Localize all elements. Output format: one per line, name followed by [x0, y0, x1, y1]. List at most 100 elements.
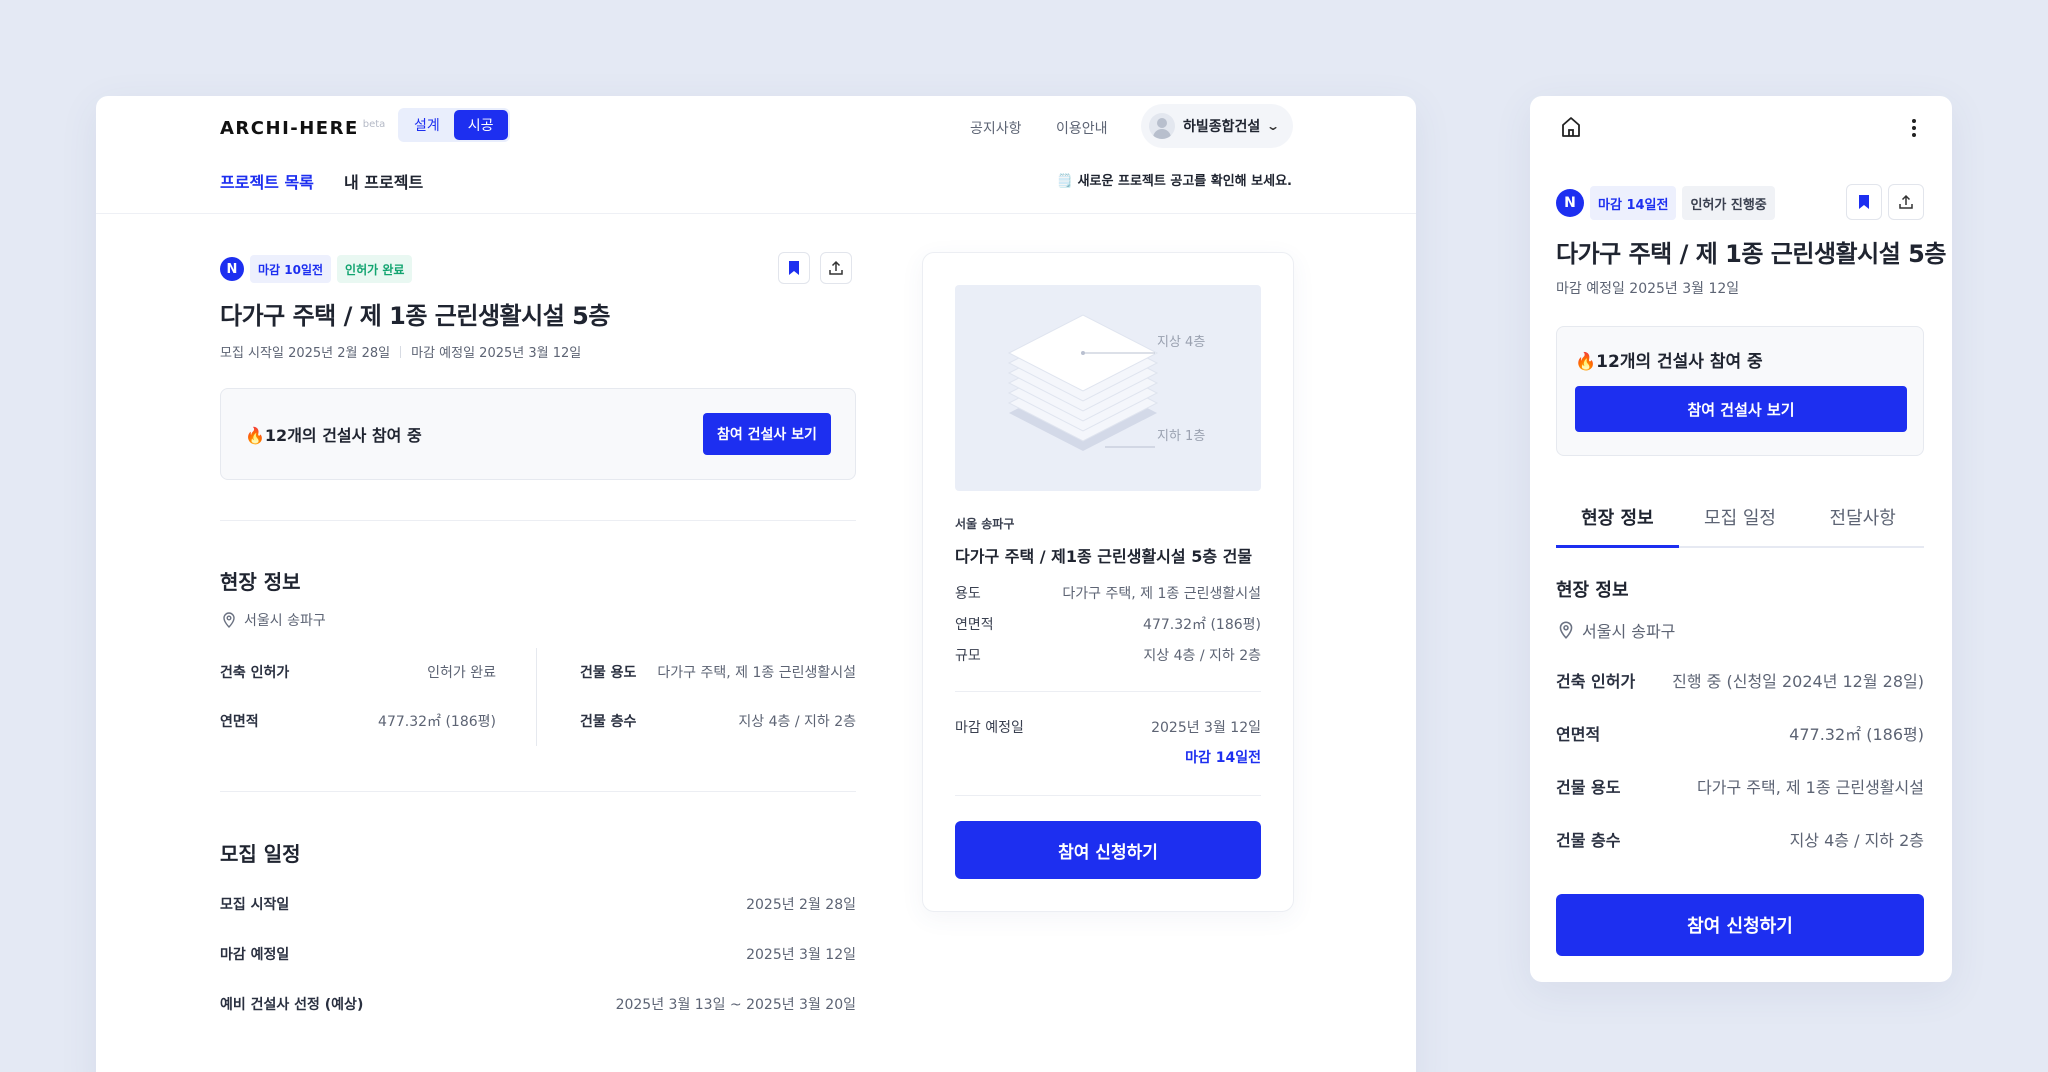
- company-menu[interactable]: 하빌종합건설 ⌄: [1141, 104, 1293, 148]
- summary-row: 연면적 477.32㎡ (186평): [955, 612, 1261, 636]
- schedule-value: 2025년 3월 13일 ~ 2025년 3월 20일: [615, 997, 856, 1013]
- permit-status-chip: 인허가 진행중: [1682, 186, 1775, 220]
- site-location-text: 서울시 송파구: [244, 613, 326, 629]
- desktop-view: ARCHI-HERE beta 설계 시공 공지사항 이용안내 하빌종합건설 ⌄…: [96, 96, 1416, 1072]
- meta-divider: [400, 345, 402, 358]
- info-value: 477.32㎡ (186평): [1789, 725, 1924, 744]
- divider: [955, 795, 1261, 796]
- more-menu-button[interactable]: [1904, 114, 1924, 142]
- more-dot-icon: [1912, 126, 1916, 130]
- divider: [220, 791, 856, 792]
- site-info-left: 건축 인허가 인허가 완료 연면적 477.32㎡ (186평): [220, 656, 496, 737]
- schedule-list: 모집 시작일 2025년 2월 28일 마감 예정일 2025년 3월 12일 …: [220, 888, 856, 1020]
- schedule-label: 마감 예정일: [220, 947, 290, 963]
- apply-button[interactable]: 참여 신청하기: [955, 821, 1261, 879]
- tab-project-list[interactable]: 프로젝트 목록: [220, 166, 314, 196]
- location-pin-icon: [1559, 621, 1573, 639]
- divider: [955, 691, 1261, 692]
- deadline-chip: 마감 10일전: [250, 255, 332, 283]
- avatar: [1149, 113, 1175, 139]
- info-label: 건물 층수: [1556, 831, 1621, 850]
- summary-label: 연면적: [955, 617, 994, 633]
- info-row: 건축 인허가 진행 중 (신청일 2024년 12월 28일): [1556, 664, 1924, 696]
- schedule-row: 마감 예정일 2025년 3월 12일: [220, 938, 856, 970]
- site-info-right: 건물 용도 다가구 주택, 제 1종 근린생활시설 건물 층수 지상 4층 / …: [580, 656, 856, 737]
- share-icon: [829, 260, 843, 275]
- info-label: 건물 용도: [1556, 778, 1621, 797]
- tab-notes[interactable]: 전달사항: [1801, 488, 1924, 546]
- schedule-row: 예비 건설사 선정 (예상) 2025년 3월 13일 ~ 2025년 3월 2…: [220, 988, 856, 1020]
- notice-banner[interactable]: 🗒️ 새로운 프로젝트 공고를 확인해 보세요.: [1057, 170, 1292, 189]
- deadline-label: 마감 예정일: [955, 720, 1024, 736]
- schedule-value: 2025년 3월 12일: [746, 947, 856, 963]
- schedule-title: 모집 일정: [220, 842, 301, 866]
- info-row: 건물 용도 다가구 주택, 제 1종 근린생활시설: [580, 656, 856, 688]
- schedule-label: 모집 시작일: [220, 897, 290, 913]
- top-navigation: ARCHI-HERE beta 설계 시공 공지사항 이용안내 하빌종합건설 ⌄…: [96, 96, 1416, 214]
- tab-schedule[interactable]: 모집 일정: [1679, 488, 1802, 546]
- schedule-label: 예비 건설사 선정 (예상): [220, 997, 364, 1013]
- summary-value: 다가구 주택, 제 1종 근린생활시설: [1062, 586, 1261, 602]
- new-badge: N: [220, 257, 244, 281]
- project-meta: 모집 시작일 2025년 2월 28일 마감 예정일 2025년 3월 12일: [220, 342, 581, 361]
- summary-title: 다가구 주택 / 제1종 근린생활시설 5층 건물: [955, 547, 1253, 566]
- bookmark-button[interactable]: [778, 252, 810, 284]
- info-value: 지상 4층 / 지하 2층: [1789, 831, 1924, 850]
- nav-guide-link[interactable]: 이용안내: [1056, 112, 1108, 144]
- building-layers-icon: [1007, 314, 1159, 451]
- info-value: 477.32㎡ (186평): [378, 714, 496, 730]
- more-dot-icon: [1912, 119, 1916, 123]
- participants-count: 🔥12개의 건설사 참여 중: [245, 426, 422, 445]
- info-label: 건축 인허가: [1556, 672, 1636, 691]
- mode-design-option[interactable]: 설계: [400, 110, 454, 140]
- nav-notice-link[interactable]: 공지사항: [970, 112, 1022, 144]
- info-row: 연면적 477.32㎡ (186평): [220, 705, 496, 737]
- info-row: 건물 층수 지상 4층 / 지하 2층: [1556, 823, 1924, 855]
- view-participants-button[interactable]: 참여 건설사 보기: [1575, 386, 1907, 432]
- home-icon: [1562, 117, 1580, 137]
- building-illustration: 지상 4층 지하 1층: [955, 285, 1261, 491]
- view-participants-button[interactable]: 참여 건설사 보기: [703, 413, 831, 455]
- share-button[interactable]: [820, 252, 852, 284]
- project-badges: N 마감 10일전 인허가 완료: [220, 255, 413, 283]
- recruit-start-meta: 모집 시작일 2025년 2월 28일: [220, 346, 391, 361]
- deadline-value: 2025년 3월 12일: [1151, 720, 1261, 736]
- deadline-meta: 마감 예정일 2025년 3월 12일: [1556, 281, 1740, 297]
- logo[interactable]: ARCHI-HERE beta: [220, 112, 385, 144]
- bookmark-button[interactable]: [1846, 184, 1882, 220]
- project-title: 다가구 주택 / 제 1종 근린생활시설 5층: [220, 302, 610, 330]
- summary-rows: 용도 다가구 주택, 제 1종 근린생활시설 연면적 477.32㎡ (186평…: [955, 581, 1261, 667]
- illustration-top-label: 지상 4층: [1157, 335, 1206, 350]
- info-value: 지상 4층 / 지하 2층: [738, 714, 856, 730]
- site-location-text: 서울시 송파구: [1582, 622, 1676, 641]
- more-dot-icon: [1912, 133, 1916, 137]
- info-value: 인허가 완료: [427, 665, 496, 681]
- section-tabs: 현장 정보 모집 일정 전달사항: [1556, 488, 1924, 548]
- project-title: 다가구 주택 / 제 1종 근린생활시설 5층: [1556, 240, 1946, 268]
- info-label: 건축 인허가: [220, 665, 290, 681]
- project-summary-card: 지상 4층 지하 1층 서울 송파구 다가구 주택 / 제1종 근린생활시설 5…: [922, 252, 1294, 912]
- summary-row: 규모 지상 4층 / 지하 2층: [955, 643, 1261, 667]
- apply-button[interactable]: 참여 신청하기: [1556, 894, 1924, 956]
- info-row: 연면적 477.32㎡ (186평): [1556, 717, 1924, 749]
- site-location: 서울시 송파구: [1556, 618, 1675, 642]
- home-button[interactable]: [1558, 114, 1586, 142]
- info-label: 연면적: [1556, 725, 1601, 744]
- summary-value: 477.32㎡ (186평): [1143, 617, 1261, 633]
- info-row: 건물 용도 다가구 주택, 제 1종 근린생활시설: [1556, 770, 1924, 802]
- mobile-view: N 마감 14일전 인허가 진행중 다가구 주택 / 제 1종 근린생활시설 5…: [1530, 96, 1952, 982]
- site-info-title: 현장 정보: [1556, 580, 1629, 601]
- site-location: 서울시 송파구: [220, 610, 326, 630]
- mobile-project-badges: N 마감 14일전 인허가 진행중: [1556, 186, 1775, 220]
- company-name: 하빌종합건설: [1183, 119, 1261, 135]
- info-label: 건물 층수: [580, 714, 637, 730]
- deadline-chip: 마감 14일전: [1590, 186, 1677, 220]
- info-row: 건물 층수 지상 4층 / 지하 2층: [580, 705, 856, 737]
- new-badge: N: [1556, 189, 1584, 217]
- tab-site-info[interactable]: 현장 정보: [1556, 488, 1679, 548]
- logo-text: ARCHI-HERE: [220, 117, 359, 139]
- chevron-down-icon: ⌄: [1266, 119, 1281, 133]
- mode-construction-option[interactable]: 시공: [453, 110, 508, 140]
- share-button[interactable]: [1888, 184, 1924, 220]
- tab-my-projects[interactable]: 내 프로젝트: [344, 166, 423, 196]
